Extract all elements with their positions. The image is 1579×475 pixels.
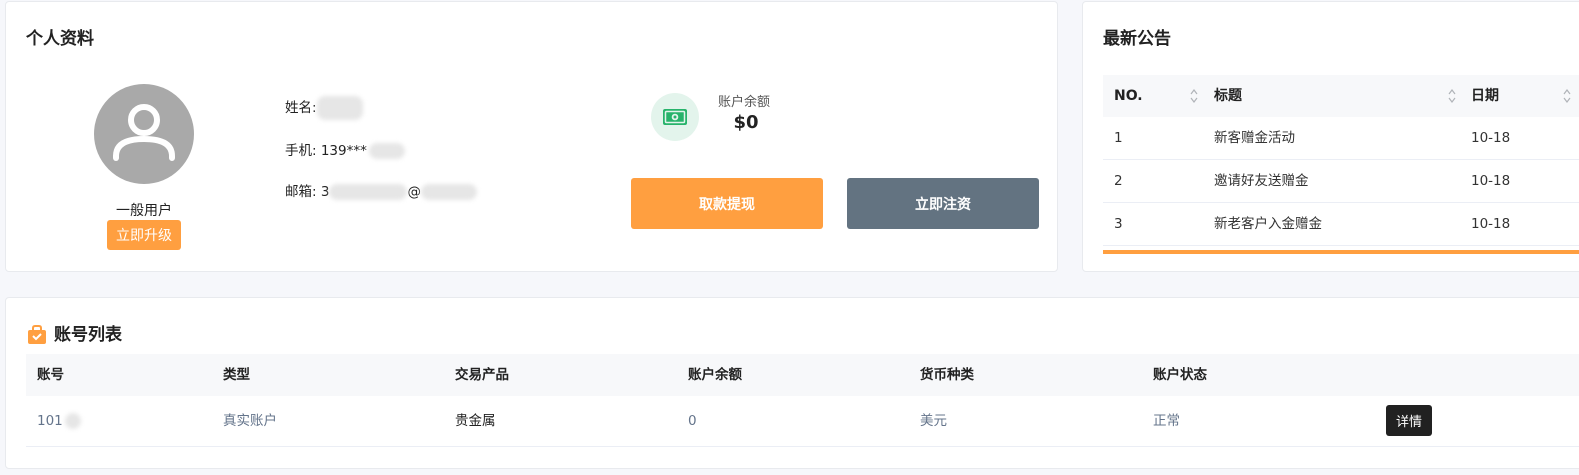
user-avatar-icon bbox=[94, 84, 194, 184]
money-icon bbox=[651, 93, 699, 141]
notice-table: NO. 标题 日期 1 新客赠金活动 10-18 2 邀请好友送赠金 10-18… bbox=[1103, 75, 1579, 254]
col-header-title[interactable]: 标题 bbox=[1214, 75, 1242, 117]
email-label: 邮箱: 3 bbox=[285, 184, 330, 200]
notice-title-link[interactable]: 新老客户入金赠金 bbox=[1214, 203, 1322, 245]
bag-icon bbox=[28, 325, 46, 344]
name-label: 姓名: bbox=[285, 100, 317, 116]
table-row: 101 真实账户 贵金属 0 美元 正常 详情 bbox=[26, 396, 1579, 447]
account-id: 101 bbox=[37, 396, 81, 446]
col-header-product: 交易产品 bbox=[455, 367, 509, 383]
col-header-currency: 货币种类 bbox=[920, 367, 974, 383]
account-balance: 0 bbox=[688, 413, 697, 429]
table-row[interactable]: 2 邀请好友送赠金 10-18 bbox=[1103, 160, 1579, 203]
col-header-no[interactable]: NO. bbox=[1114, 75, 1143, 117]
email-user-redacted bbox=[329, 184, 408, 200]
notice-no: 3 bbox=[1114, 216, 1123, 232]
email-at: @ bbox=[407, 184, 421, 200]
name-value-redacted bbox=[316, 96, 363, 120]
accounts-title-row: 账号列表 bbox=[26, 320, 122, 346]
profile-card: 个人资料 一般用户 立即升级 姓名: 手机: 139*** 邮箱: 3 @ 账户余… bbox=[5, 1, 1058, 272]
withdraw-button[interactable]: 取款提现 bbox=[631, 178, 823, 229]
notice-date: 10-18 bbox=[1471, 173, 1511, 189]
phone-label: 手机: 139*** bbox=[285, 143, 367, 159]
phone-row: 手机: 139*** bbox=[285, 139, 405, 159]
notice-card: 最新公告 NO. 标题 日期 1 新客赠金活动 10-18 2 邀请好友送赠金 … bbox=[1082, 1, 1579, 272]
user-level: 一般用户 bbox=[116, 203, 172, 219]
name-row: 姓名: bbox=[285, 96, 363, 120]
sort-icon[interactable] bbox=[1562, 87, 1572, 105]
upgrade-button[interactable]: 立即升级 bbox=[107, 220, 181, 250]
accounts-title: 账号列表 bbox=[54, 325, 122, 345]
sort-icon[interactable] bbox=[1447, 87, 1457, 105]
notice-date: 10-18 bbox=[1471, 216, 1511, 232]
accounts-table-header: 账号 类型 交易产品 账户余额 货币种类 账户状态 bbox=[26, 354, 1579, 396]
sort-icon[interactable] bbox=[1189, 87, 1199, 105]
accounts-card: 账号列表 账号 类型 交易产品 账户余额 货币种类 账户状态 101 真实账户 … bbox=[5, 297, 1579, 469]
notice-no: 2 bbox=[1114, 173, 1123, 189]
col-header-type: 类型 bbox=[223, 367, 250, 383]
col-header-account: 账号 bbox=[37, 367, 64, 383]
balance-label: 账户余额 bbox=[718, 95, 771, 110]
col-header-status: 账户状态 bbox=[1153, 367, 1207, 383]
notice-date: 10-18 bbox=[1471, 130, 1511, 146]
account-status: 正常 bbox=[1153, 413, 1180, 429]
col-header-date[interactable]: 日期 bbox=[1471, 75, 1499, 117]
scrollbar[interactable] bbox=[1103, 250, 1579, 254]
table-row[interactable]: 1 新客赠金活动 10-18 bbox=[1103, 117, 1579, 160]
email-domain-redacted bbox=[420, 184, 477, 200]
notice-title: 最新公告 bbox=[1103, 29, 1171, 49]
notice-table-header: NO. 标题 日期 bbox=[1103, 75, 1579, 117]
deposit-button[interactable]: 立即注资 bbox=[847, 178, 1039, 229]
notice-title-link[interactable]: 新客赠金活动 bbox=[1214, 117, 1295, 159]
notice-title-link[interactable]: 邀请好友送赠金 bbox=[1214, 160, 1309, 202]
email-row: 邮箱: 3 @ bbox=[285, 180, 477, 200]
col-header-balance: 账户余额 bbox=[688, 367, 742, 383]
profile-title: 个人资料 bbox=[26, 29, 94, 49]
detail-button[interactable]: 详情 bbox=[1386, 405, 1432, 436]
notice-no: 1 bbox=[1114, 130, 1123, 146]
account-product: 贵金属 bbox=[455, 413, 496, 429]
phone-value-redacted bbox=[368, 143, 405, 159]
table-row[interactable]: 3 新老客户入金赠金 10-18 bbox=[1103, 203, 1579, 246]
accounts-table: 账号 类型 交易产品 账户余额 货币种类 账户状态 101 真实账户 贵金属 0… bbox=[26, 354, 1579, 447]
account-currency: 美元 bbox=[920, 413, 947, 429]
balance-value: $0 bbox=[733, 112, 759, 133]
account-type: 真实账户 bbox=[223, 413, 277, 429]
